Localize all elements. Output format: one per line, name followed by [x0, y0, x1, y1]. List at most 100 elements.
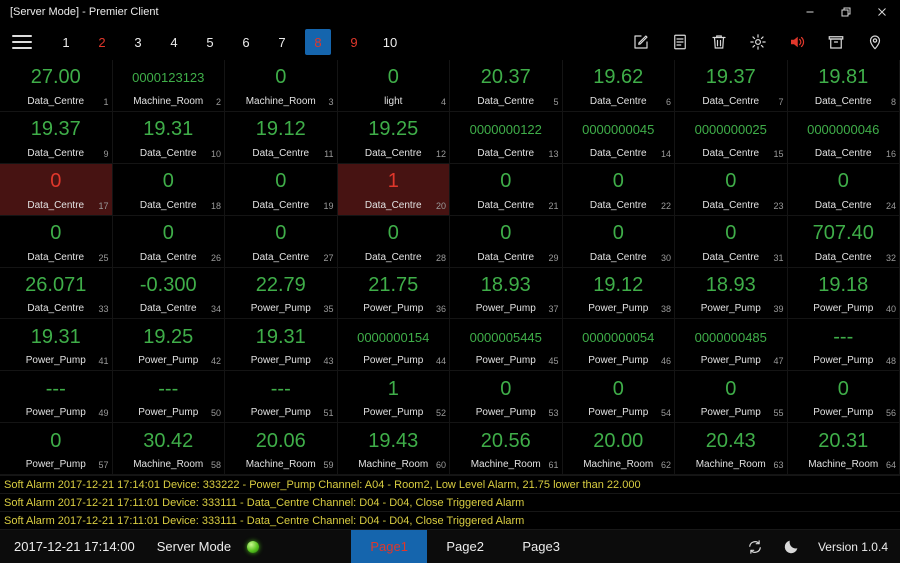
channel-cell[interactable]: 0 Data_Centre 17 [0, 163, 113, 216]
location-icon[interactable] [866, 33, 884, 51]
channel-cell[interactable]: 18.93 Power_Pump 39 [675, 267, 788, 320]
channel-cell[interactable]: 0 Data_Centre 25 [0, 215, 113, 268]
channel-cell[interactable]: 0 Data_Centre 22 [562, 163, 675, 216]
channel-cell[interactable]: 19.43 Machine_Room 60 [337, 423, 450, 475]
channel-cell[interactable]: 0000000485 Power_Pump 47 [675, 319, 788, 372]
channel-cell[interactable]: 0 Data_Centre 26 [112, 215, 225, 268]
channel-cell[interactable]: 0000005445 Power_Pump 45 [450, 319, 563, 372]
channel-cell[interactable]: 26.071 Data_Centre 33 [0, 267, 113, 320]
channel-cell[interactable]: 0 Power_Pump 57 [0, 423, 113, 475]
channel-cell[interactable]: 0 Data_Centre 29 [450, 215, 563, 268]
channel-cell[interactable]: 30.42 Machine_Room 58 [112, 423, 225, 475]
channel-cell[interactable]: 0 Data_Centre 18 [112, 163, 225, 216]
menu-icon[interactable] [12, 31, 32, 53]
channel-cell[interactable]: 0 Data_Centre 23 [675, 163, 788, 216]
bottom-tab-page2[interactable]: Page2 [427, 530, 503, 563]
toolbar-page-2[interactable]: 2 [89, 29, 115, 55]
channel-cell[interactable]: 0 Power_Pump 54 [562, 371, 675, 424]
channel-value: 19.18 [818, 273, 869, 296]
close-button[interactable] [864, 0, 900, 24]
channel-cell[interactable]: 0000000046 Data_Centre 16 [787, 111, 900, 164]
edit-icon[interactable] [632, 33, 650, 51]
channel-cell[interactable]: 0 Machine_Room 3 [225, 60, 338, 112]
channel-cell[interactable]: 19.62 Data_Centre 6 [562, 60, 675, 112]
toolbar-page-5[interactable]: 5 [197, 29, 223, 55]
channel-meta: Data_Centre 25 [0, 251, 112, 265]
channel-value: --- [158, 377, 179, 400]
channel-cell[interactable]: 0 Data_Centre 19 [225, 163, 338, 216]
channel-cell[interactable]: 21.75 Power_Pump 36 [337, 267, 450, 320]
channel-cell[interactable]: 18.93 Power_Pump 37 [450, 267, 563, 320]
channel-index: 27 [323, 252, 334, 263]
channel-cell[interactable]: 20.43 Machine_Room 63 [675, 423, 788, 475]
channel-cell[interactable]: 0000000054 Power_Pump 46 [562, 319, 675, 372]
bin-icon[interactable] [827, 33, 845, 51]
channel-cell[interactable]: 20.00 Machine_Room 62 [562, 423, 675, 475]
channel-cell[interactable]: 0 Power_Pump 55 [675, 371, 788, 424]
sync-icon[interactable] [746, 538, 764, 556]
toolbar-page-8[interactable]: 8 [305, 29, 331, 55]
channel-cell[interactable]: 19.81 Data_Centre 8 [787, 60, 900, 112]
restore-button[interactable] [828, 0, 864, 24]
channel-cell[interactable]: 27.00 Data_Centre 1 [0, 60, 113, 112]
channel-cell[interactable]: 19.37 Data_Centre 7 [675, 60, 788, 112]
channel-cell[interactable]: 20.31 Machine_Room 64 [787, 423, 900, 475]
channel-cell[interactable]: -0.300 Data_Centre 34 [112, 267, 225, 320]
bottom-tab-page3[interactable]: Page3 [503, 530, 579, 563]
channel-cell[interactable]: 0000000154 Power_Pump 44 [337, 319, 450, 372]
toolbar-page-9[interactable]: 9 [341, 29, 367, 55]
minimize-button[interactable] [792, 0, 828, 24]
channel-cell[interactable]: 20.37 Data_Centre 5 [450, 60, 563, 112]
channel-meta: Power_Pump 38 [563, 302, 675, 316]
bottom-tab-page1[interactable]: Page1 [351, 530, 428, 563]
channel-cell[interactable]: 19.25 Power_Pump 42 [112, 319, 225, 372]
channel-cell[interactable]: 19.31 Data_Centre 10 [112, 111, 225, 164]
channel-cell[interactable]: 0 Data_Centre 21 [450, 163, 563, 216]
channel-value: 0000000054 [582, 329, 655, 345]
channel-cell[interactable]: 0 Power_Pump 56 [787, 371, 900, 424]
channel-meta: light 4 [338, 95, 450, 109]
channel-meta: Data_Centre 23 [675, 199, 787, 213]
channel-cell[interactable]: 20.56 Machine_Room 61 [450, 423, 563, 475]
channel-cell[interactable]: --- Power_Pump 48 [787, 319, 900, 372]
settings-icon[interactable] [749, 33, 767, 51]
toolbar-page-10[interactable]: 10 [377, 29, 403, 55]
channel-cell[interactable]: 0 Data_Centre 24 [787, 163, 900, 216]
channel-cell[interactable]: --- Power_Pump 51 [225, 371, 338, 424]
channel-cell[interactable]: 22.79 Power_Pump 35 [225, 267, 338, 320]
channel-cell[interactable]: 19.25 Data_Centre 12 [337, 111, 450, 164]
toolbar-page-1[interactable]: 1 [53, 29, 79, 55]
channel-cell[interactable]: 19.31 Power_Pump 41 [0, 319, 113, 372]
note-icon[interactable] [671, 33, 689, 51]
channel-cell[interactable]: --- Power_Pump 49 [0, 371, 113, 424]
channel-cell[interactable]: 0 Data_Centre 27 [225, 215, 338, 268]
channel-cell[interactable]: 0000123123 Machine_Room 2 [112, 60, 225, 112]
channel-meta: Data_Centre 15 [675, 147, 787, 161]
channel-cell[interactable]: 0 light 4 [337, 60, 450, 112]
channel-cell[interactable]: 1 Power_Pump 52 [337, 371, 450, 424]
channel-cell[interactable]: 0 Data_Centre 31 [675, 215, 788, 268]
toolbar-page-3[interactable]: 3 [125, 29, 151, 55]
toolbar-page-4[interactable]: 4 [161, 29, 187, 55]
channel-cell[interactable]: 0000000025 Data_Centre 15 [675, 111, 788, 164]
speaker-icon[interactable] [788, 33, 806, 51]
toolbar-page-7[interactable]: 7 [269, 29, 295, 55]
channel-cell[interactable]: 19.12 Data_Centre 11 [225, 111, 338, 164]
channel-cell[interactable]: 1 Data_Centre 20 [337, 163, 450, 216]
channel-cell[interactable]: 19.31 Power_Pump 43 [225, 319, 338, 372]
channel-cell[interactable]: 0 Data_Centre 28 [337, 215, 450, 268]
channel-cell[interactable]: 0000000045 Data_Centre 14 [562, 111, 675, 164]
channel-cell[interactable]: 19.18 Power_Pump 40 [787, 267, 900, 320]
channel-cell[interactable]: 0 Data_Centre 30 [562, 215, 675, 268]
channel-cell[interactable]: --- Power_Pump 50 [112, 371, 225, 424]
channel-cell[interactable]: 0 Power_Pump 53 [450, 371, 563, 424]
toolbar-page-6[interactable]: 6 [233, 29, 259, 55]
channel-cell[interactable]: 0000000122 Data_Centre 13 [450, 111, 563, 164]
night-mode-icon[interactable] [782, 538, 800, 556]
channel-cell[interactable]: 19.12 Power_Pump 38 [562, 267, 675, 320]
channel-cell[interactable]: 707.40 Data_Centre 32 [787, 215, 900, 268]
channel-cell[interactable]: 20.06 Machine_Room 59 [225, 423, 338, 475]
channel-meta: Data_Centre 31 [675, 251, 787, 265]
channel-cell[interactable]: 19.37 Data_Centre 9 [0, 111, 113, 164]
trash-icon[interactable] [710, 33, 728, 51]
